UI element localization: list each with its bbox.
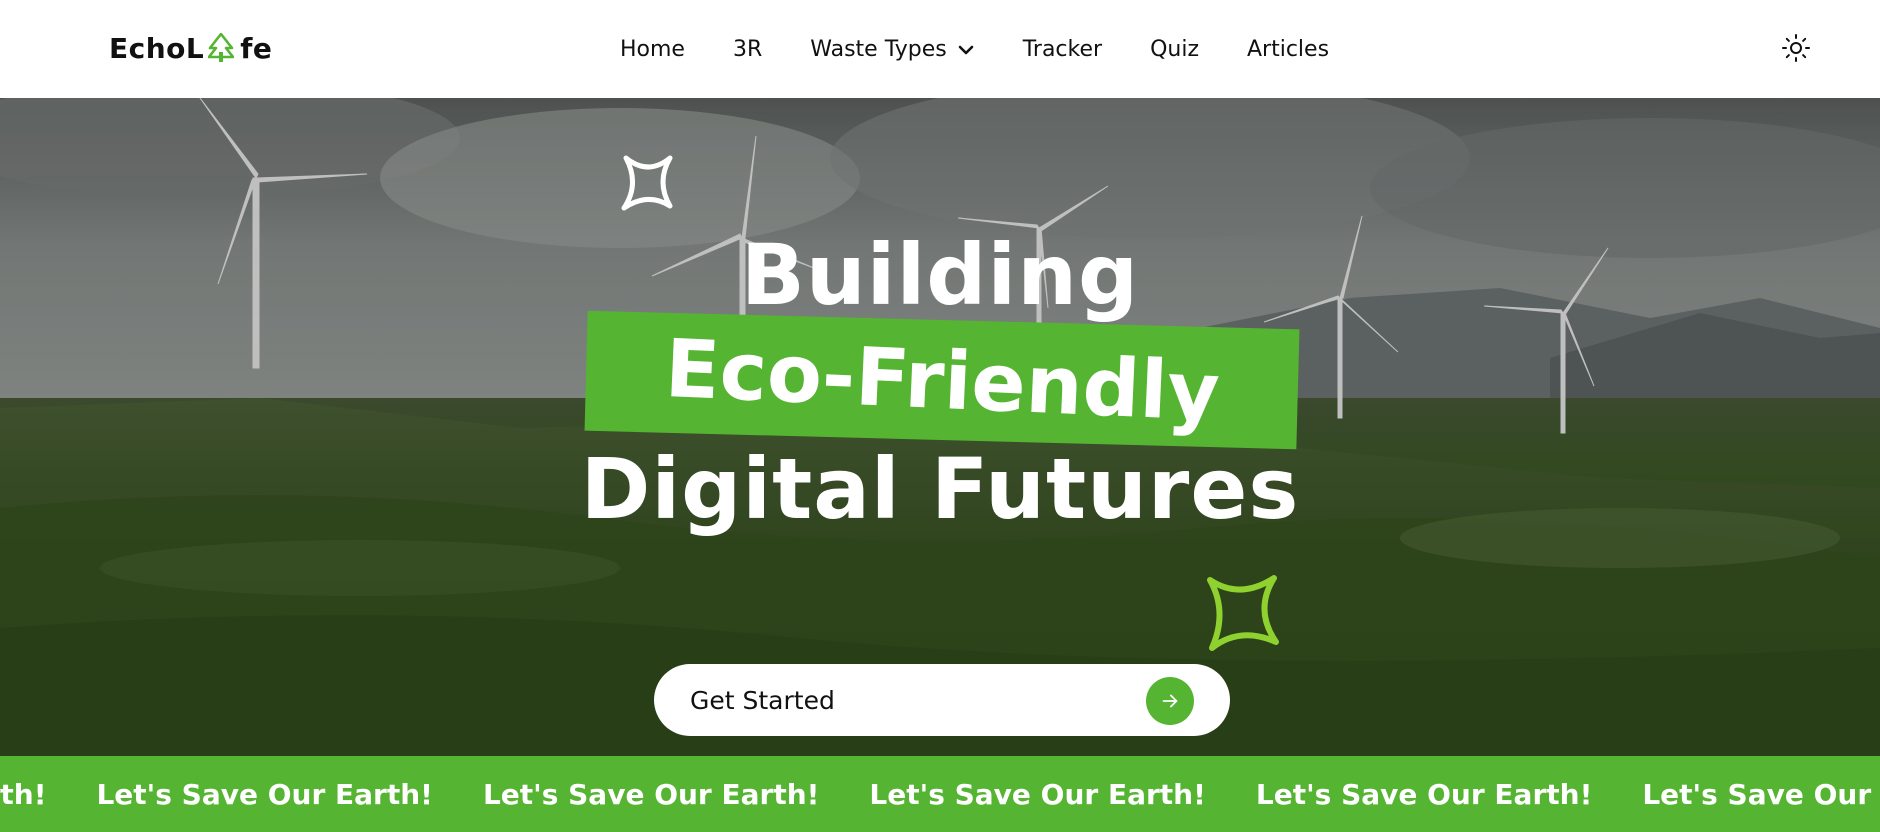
main-menu: Home 3R Waste Types Tracker Quiz Article… <box>620 0 1377 98</box>
nav-item-label: Waste Types <box>810 36 947 62</box>
get-started-button[interactable]: Get Started <box>654 664 1230 736</box>
nav-item-articles[interactable]: Articles <box>1247 37 1329 62</box>
sun-icon[interactable] <box>1780 32 1812 64</box>
hero-headline: Building Eco-Friendly Digital Futures Ge… <box>0 98 1880 756</box>
nav-item-label: 3R <box>732 36 763 62</box>
brand-name-part2: fe <box>240 31 273 65</box>
marquee-item: Let's Save Our Earth! <box>0 777 47 811</box>
nav-item-tracker[interactable]: Tracker <box>1023 37 1102 62</box>
nav-item-home[interactable]: Home <box>620 37 685 62</box>
marquee-item: Let's Save Our Earth! <box>96 777 433 811</box>
headline-highlight-box: Eco-Friendly <box>584 310 1300 450</box>
brand-name-part1: EchoL <box>109 31 205 65</box>
nav-item-label: Quiz <box>1150 36 1199 62</box>
arrow-right-icon[interactable] <box>1146 677 1194 725</box>
top-navbar: EchoL fe Home 3R Waste Types Tracker Qui… <box>0 0 1880 98</box>
hero-section: Building Eco-Friendly Digital Futures Ge… <box>0 98 1880 756</box>
headline-line-3: Digital Futures <box>580 440 1300 538</box>
tree-icon <box>207 32 235 63</box>
marquee-item: Let's Save Our Earth! <box>1642 777 1880 811</box>
marquee-item: Let's Save Our Earth! <box>1255 777 1593 811</box>
brand-logo[interactable]: EchoL fe <box>109 30 272 66</box>
chevron-down-icon[interactable] <box>957 40 975 58</box>
headline-line-1: Building <box>740 226 1140 324</box>
marquee-item: Let's Save Our Earth! <box>869 777 1206 811</box>
marquee-track: Let's Save Our Earth! Let's Save Our Ear… <box>0 756 1880 832</box>
nav-item-label: Articles <box>1247 36 1330 62</box>
nav-item-label: Tracker <box>1022 36 1103 62</box>
get-started-label: Get Started <box>690 686 835 715</box>
nav-item-label: Home <box>620 36 685 62</box>
nav-item-waste-types[interactable]: Waste Types <box>810 37 974 62</box>
sparkle-icon <box>1207 575 1279 651</box>
marquee-item: Let's Save Our Earth! <box>482 777 820 811</box>
headline-highlight-text: Eco-Friendly <box>662 321 1222 439</box>
nav-item-3r[interactable]: 3R <box>733 37 762 62</box>
slogan-marquee: Let's Save Our Earth! Let's Save Our Ear… <box>0 756 1880 832</box>
sparkle-icon <box>621 155 673 211</box>
nav-item-quiz[interactable]: Quiz <box>1150 37 1199 62</box>
